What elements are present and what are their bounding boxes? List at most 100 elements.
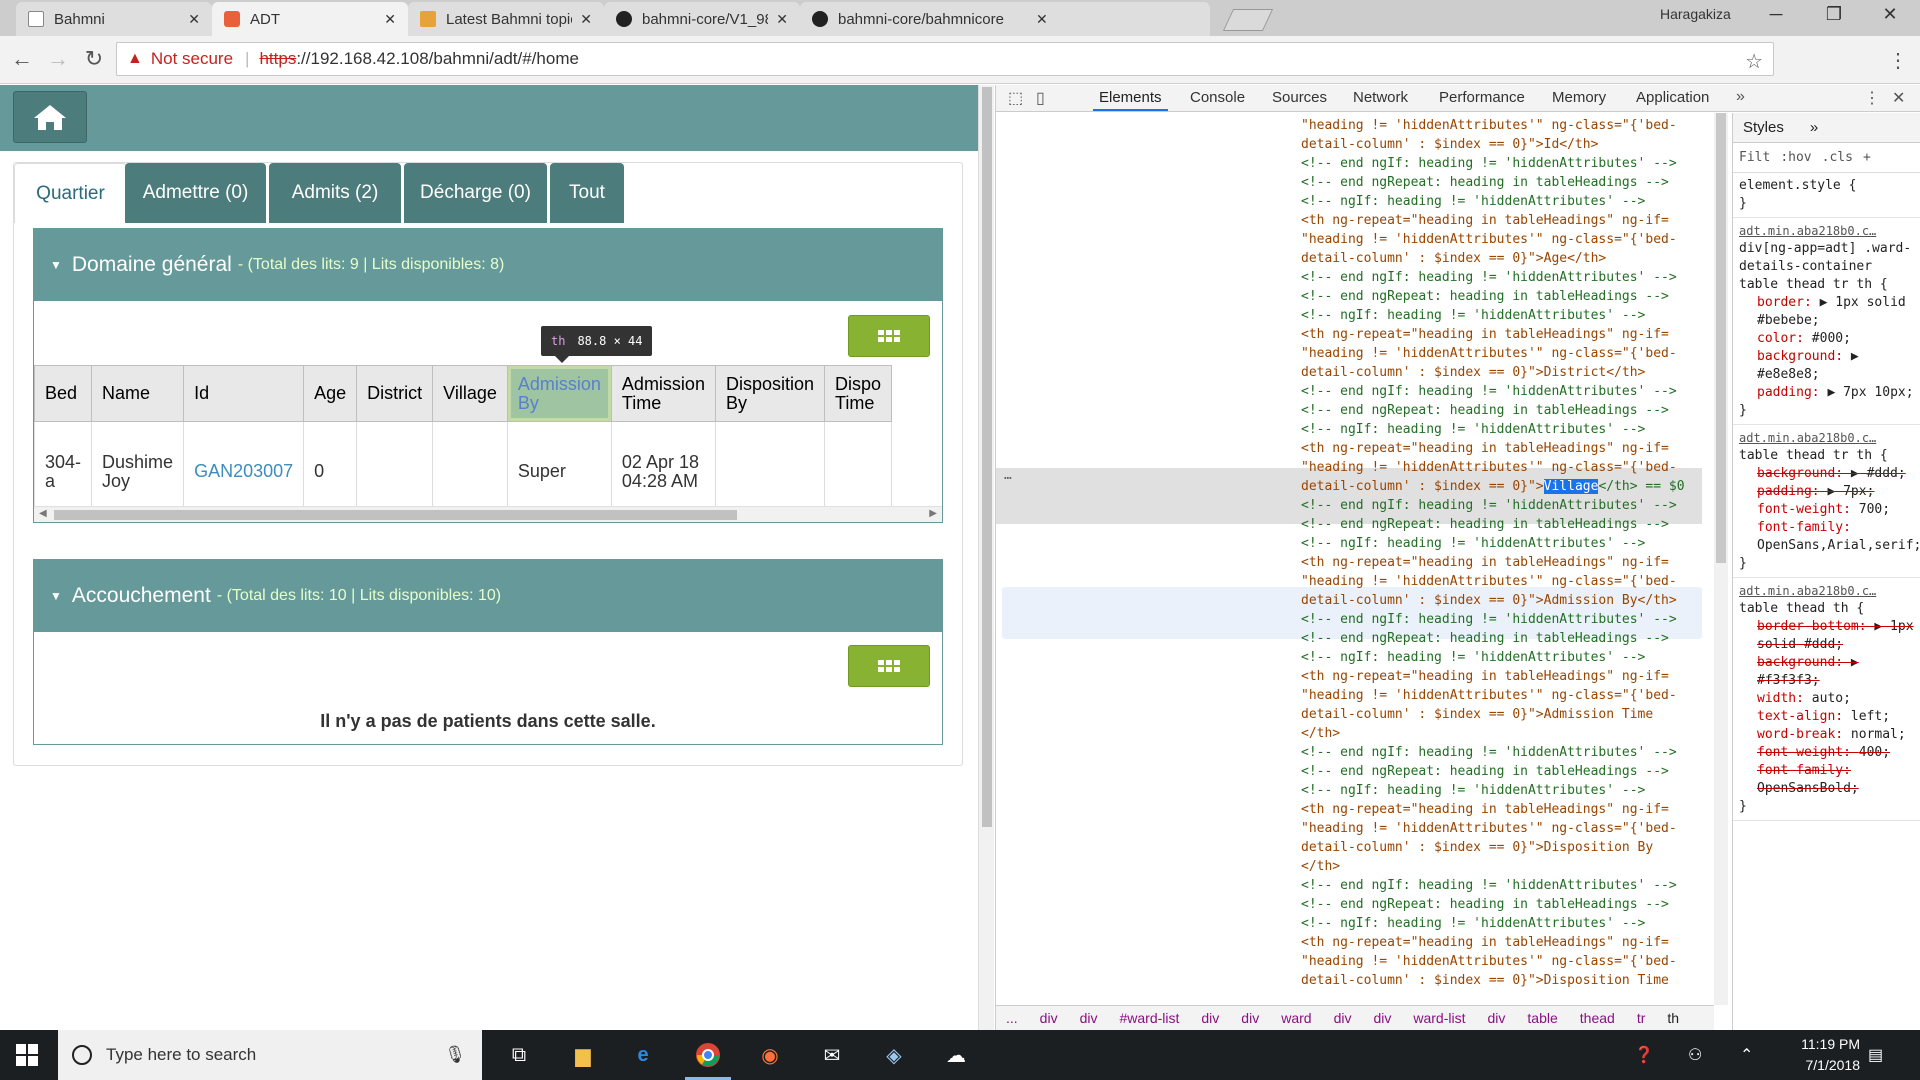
dom-node-line[interactable]: </th> <box>1301 725 1340 743</box>
breadcrumb-item[interactable]: ward <box>1281 1010 1311 1026</box>
dom-node-line[interactable]: detail-column' : $index == 0}">Age</th> <box>1301 250 1606 268</box>
devtools-tab-application[interactable]: Application <box>1636 89 1709 106</box>
column-header[interactable]: Bed <box>33 365 93 422</box>
column-header[interactable]: Admission By <box>506 365 612 422</box>
add-rule-icon[interactable]: + <box>1863 150 1871 165</box>
devtools-tab-sources[interactable]: Sources <box>1272 89 1327 106</box>
microphone-icon[interactable]: 🎙 <box>444 1045 466 1065</box>
devtools-menu-icon[interactable]: ⋮ <box>1864 88 1880 108</box>
style-property[interactable]: word-break: normal; <box>1739 726 1915 744</box>
close-icon[interactable]: ✕ <box>384 11 396 28</box>
breadcrumb-item[interactable]: ... <box>1006 1010 1018 1026</box>
style-property[interactable]: font-family: OpenSansBold; <box>1739 762 1915 798</box>
column-header[interactable]: Id <box>183 365 305 422</box>
dom-node-line[interactable]: "heading != 'hiddenAttributes'" ng-class… <box>1301 345 1677 363</box>
taskbar-clock[interactable]: 11:19 PM 7/1/2018 <box>1760 1034 1860 1076</box>
dom-node-line[interactable]: <!-- end ngIf: heading != 'hiddenAttribu… <box>1301 383 1677 401</box>
column-header[interactable]: Age <box>303 365 358 422</box>
class-toggle[interactable]: .cls <box>1822 150 1853 165</box>
devtools-tab-memory[interactable]: Memory <box>1552 89 1606 106</box>
dom-node-line[interactable]: <th ng-repeat="heading in tableHeadings"… <box>1301 668 1669 686</box>
onedrive-icon[interactable]: ☁ <box>939 1039 973 1071</box>
browser-tab-discourse[interactable]: Latest Bahmni topics - Op ✕ <box>408 2 604 36</box>
style-property[interactable]: border-bottom: ▶ 1px solid #ddd; <box>1739 618 1915 654</box>
reload-icon[interactable]: ↻ <box>80 46 108 72</box>
column-header[interactable]: Disposition By <box>714 365 826 422</box>
dom-node-line[interactable]: "heading != 'hiddenAttributes'" ng-class… <box>1301 117 1677 135</box>
dom-node-line[interactable]: detail-column' : $index == 0}">Id</th> <box>1301 136 1598 154</box>
mail-icon[interactable]: ✉ <box>815 1039 849 1071</box>
dom-node-line[interactable]: <!-- end ngIf: heading != 'hiddenAttribu… <box>1301 269 1677 287</box>
style-property[interactable]: background: ▶ #f3f3f3; <box>1739 654 1915 690</box>
taskbar-search[interactable]: Type here to search 🎙 <box>58 1030 482 1080</box>
browser-tab-bahmni[interactable]: Bahmni ✕ <box>16 2 212 36</box>
dom-node-line[interactable]: detail-column' : $index == 0}">Admission… <box>1301 592 1677 610</box>
style-rule[interactable]: element.style {} <box>1733 173 1920 218</box>
dom-node-line[interactable]: detail-column' : $index == 0}">Dispositi… <box>1301 839 1653 857</box>
dom-node-line[interactable]: "heading != 'hiddenAttributes'" ng-class… <box>1301 573 1677 591</box>
dom-node-line[interactable]: <!-- ngIf: heading != 'hiddenAttributes'… <box>1301 193 1645 211</box>
style-property[interactable]: font-weight: 400; <box>1739 744 1915 762</box>
breadcrumb-item[interactable]: th <box>1667 1010 1679 1026</box>
stylesheet-link[interactable]: adt.min.aba218b0.c… <box>1739 222 1915 240</box>
grid-view-button[interactable] <box>848 315 930 357</box>
devtools-tab-elements[interactable]: Elements <box>1093 89 1168 111</box>
tray-chevron-icon[interactable]: ⌃ <box>1740 1030 1753 1080</box>
browser-tab-github-1[interactable]: bahmni-core/V1_98_Warc ✕ <box>604 2 800 36</box>
browser-menu-icon[interactable]: ⋮ <box>1888 48 1908 73</box>
dom-node-line[interactable]: <th ng-repeat="heading in tableHeadings"… <box>1301 440 1669 458</box>
style-property[interactable]: padding: ▶ 7px 10px; <box>1739 384 1915 402</box>
devtools-tab-network[interactable]: Network <box>1353 89 1408 106</box>
dom-node-line[interactable]: "heading != 'hiddenAttributes'" ng-class… <box>1301 459 1677 477</box>
scroll-right-icon[interactable]: ▶ <box>929 508 937 519</box>
dom-node-line[interactable]: <!-- end ngIf: heading != 'hiddenAttribu… <box>1301 611 1677 629</box>
dom-tree[interactable]: ⋯ "heading != 'hiddenAttributes'" ng-cla… <box>996 113 1702 1005</box>
maximize-icon[interactable]: ❐ <box>1814 4 1854 25</box>
devtools-tab-performance[interactable]: Performance <box>1439 89 1525 106</box>
dom-node-line[interactable]: <!-- ngIf: heading != 'hiddenAttributes'… <box>1301 535 1645 553</box>
dom-node-line[interactable]: <!-- ngIf: heading != 'hiddenAttributes'… <box>1301 915 1645 933</box>
dom-node-line[interactable]: <!-- ngIf: heading != 'hiddenAttributes'… <box>1301 649 1645 667</box>
scrollbar-thumb[interactable] <box>1716 113 1726 563</box>
style-property[interactable]: font-family: OpenSans,Arial,serif; <box>1739 519 1920 555</box>
breadcrumb-item[interactable]: #ward-list <box>1119 1010 1179 1026</box>
tab-admits[interactable]: Admits (2) <box>269 163 401 223</box>
dom-node-line[interactable]: <!-- end ngIf: heading != 'hiddenAttribu… <box>1301 497 1677 515</box>
inspect-element-icon[interactable]: ⬚ <box>1008 88 1023 108</box>
filter-input[interactable]: Filt <box>1739 150 1770 165</box>
breadcrumb-item[interactable]: div <box>1373 1010 1391 1026</box>
tab-quartier[interactable]: Quartier <box>14 163 127 223</box>
column-header[interactable]: District <box>356 365 434 422</box>
new-tab-button[interactable] <box>1222 9 1274 31</box>
breadcrumb-item[interactable]: div <box>1488 1010 1506 1026</box>
style-property[interactable]: color: #000; <box>1739 330 1915 348</box>
column-header[interactable]: Dispo Time <box>823 365 893 422</box>
dom-node-line[interactable]: </th> <box>1301 858 1340 876</box>
dom-vertical-scrollbar[interactable] <box>1714 113 1728 1005</box>
ward-header[interactable]: ▼ Domaine général - (Total des lits: 9 |… <box>34 229 942 301</box>
dom-node-line[interactable]: <!-- end ngRepeat: heading in tableHeadi… <box>1301 288 1669 306</box>
dom-node-line[interactable]: <!-- end ngRepeat: heading in tableHeadi… <box>1301 516 1669 534</box>
windows-start-icon[interactable] <box>16 1044 38 1066</box>
dom-node-line[interactable]: <!-- end ngRepeat: heading in tableHeadi… <box>1301 763 1669 781</box>
profile-name[interactable]: Haragakiza <box>1660 6 1731 22</box>
dom-node-line[interactable]: detail-column' : $index == 0}">District<… <box>1301 364 1645 382</box>
back-icon[interactable]: ← <box>8 46 36 72</box>
breadcrumb-item[interactable]: tr <box>1637 1010 1646 1026</box>
column-header[interactable]: Name <box>91 365 185 422</box>
tab-decharge[interactable]: Décharge (0) <box>404 163 547 223</box>
table-horizontal-scrollbar[interactable]: ◀ ▶ <box>34 506 942 522</box>
dom-node-line[interactable]: <!-- ngIf: heading != 'hiddenAttributes'… <box>1301 421 1645 439</box>
ward-header[interactable]: ▼ Accouchement - (Total des lits: 10 | L… <box>34 560 942 632</box>
dom-node-line[interactable]: <th ng-repeat="heading in tableHeadings"… <box>1301 212 1669 230</box>
dom-node-line[interactable]: <th ng-repeat="heading in tableHeadings"… <box>1301 934 1669 952</box>
style-rule[interactable]: adt.min.aba218b0.c… div[ng-app=adt] .ward… <box>1733 218 1920 425</box>
style-property[interactable]: width: auto; <box>1739 690 1915 708</box>
devtools-close-icon[interactable]: ✕ <box>1892 88 1905 108</box>
dom-node-line[interactable]: detail-column' : $index == 0}">Dispositi… <box>1301 972 1669 990</box>
breadcrumb-item[interactable]: div <box>1241 1010 1259 1026</box>
bookmark-star-icon[interactable]: ☆ <box>1745 49 1763 74</box>
file-explorer-icon[interactable]: ▆ <box>566 1039 600 1071</box>
more-tabs-icon[interactable]: » <box>1810 119 1818 136</box>
breadcrumb-item[interactable]: ward-list <box>1413 1010 1465 1026</box>
